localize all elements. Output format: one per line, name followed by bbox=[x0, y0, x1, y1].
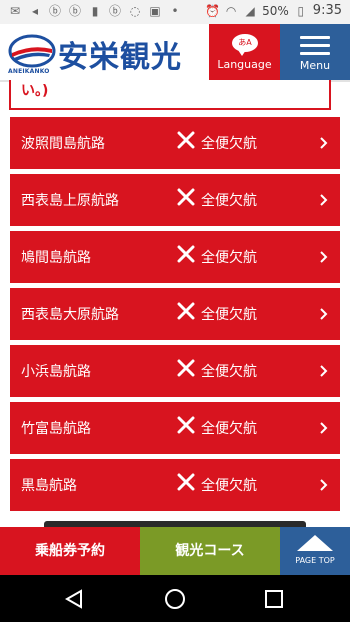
chevron-right-icon bbox=[320, 422, 328, 434]
cancel-x-icon bbox=[177, 416, 195, 434]
route-list: 波照間島航路 全便欠航 西表島上原航路 全便欠航 鳩間島航路 全便欠航 西表島大原航路 全便欠… bbox=[10, 117, 340, 516]
chevron-right-icon bbox=[320, 308, 328, 320]
route-status: 全便欠航 bbox=[201, 364, 257, 380]
route-status: 全便欠航 bbox=[201, 421, 257, 437]
route-name: 波照間島航路 bbox=[21, 136, 105, 152]
clock: 9:35 bbox=[312, 3, 342, 18]
sightseeing-course-button[interactable]: 観光コース bbox=[140, 527, 280, 575]
language-bubble-icon: あA bbox=[232, 34, 258, 56]
wifi-icon: ◠ bbox=[225, 3, 237, 18]
image-icon: ▣ bbox=[149, 4, 161, 18]
route-name: 鳩間島航路 bbox=[21, 250, 91, 266]
route-item[interactable]: 竹富島航路 全便欠航 bbox=[10, 402, 340, 454]
language-label: Language bbox=[217, 58, 272, 71]
home-icon[interactable] bbox=[163, 587, 187, 611]
route-item[interactable]: 西表島上原航路 全便欠航 bbox=[10, 174, 340, 226]
chevron-right-icon bbox=[320, 479, 328, 491]
route-item[interactable]: 小浜島航路 全便欠航 bbox=[10, 345, 340, 397]
arrow-up-icon bbox=[297, 535, 333, 551]
send-icon: ◂ bbox=[31, 4, 39, 18]
logo-title[interactable]: 安栄観光 bbox=[58, 32, 182, 76]
cell-signal-icon: ◢ bbox=[245, 3, 255, 18]
page-top-button[interactable]: PAGE TOP bbox=[280, 527, 350, 575]
route-name: 小浜島航路 bbox=[21, 364, 91, 380]
video-icon: ▮ bbox=[91, 4, 99, 18]
language-button[interactable]: あA Language bbox=[209, 24, 280, 80]
route-status: 全便欠航 bbox=[201, 307, 257, 323]
cancel-x-icon bbox=[177, 245, 195, 263]
route-item[interactable]: 黒島航路 全便欠航 bbox=[10, 459, 340, 511]
b-app-icon: ⓑ bbox=[108, 4, 121, 18]
chevron-right-icon bbox=[320, 137, 328, 149]
chevron-right-icon bbox=[320, 251, 328, 263]
recents-icon[interactable] bbox=[262, 587, 286, 611]
alarm-icon: ⏰ bbox=[205, 3, 221, 18]
route-status: 全便欠航 bbox=[201, 193, 257, 209]
signal-off-icon: ◌ bbox=[129, 4, 141, 18]
route-status: 全便欠航 bbox=[201, 250, 257, 266]
aneikanko-logo-icon[interactable] bbox=[8, 34, 56, 72]
hamburger-icon bbox=[300, 36, 330, 60]
menu-button[interactable]: Menu bbox=[280, 24, 350, 80]
b-app-icon: ⓑ bbox=[48, 4, 61, 18]
status-bar: ✉ ◂ ⓑ ⓑ ▮ ⓑ ◌ ▣ • ⏰ ◠ ◢ 50% ▯ 9:35 bbox=[0, 0, 350, 24]
battery-percent: 50% bbox=[262, 3, 289, 18]
cancel-x-icon bbox=[177, 359, 195, 377]
chevron-right-icon bbox=[320, 365, 328, 377]
route-status: 全便欠航 bbox=[201, 136, 257, 152]
notice-box: い。) bbox=[9, 80, 331, 110]
route-status: 全便欠航 bbox=[201, 478, 257, 494]
route-name: 西表島大原航路 bbox=[21, 307, 119, 323]
notification-icons: ✉ ◂ ⓑ ⓑ ▮ ⓑ ◌ ▣ • bbox=[8, 4, 182, 18]
route-name: 黒島航路 bbox=[21, 478, 77, 494]
route-name: 竹富島航路 bbox=[21, 421, 91, 437]
route-item[interactable]: 波照間島航路 全便欠航 bbox=[10, 117, 340, 169]
menu-label: Menu bbox=[299, 59, 331, 72]
chevron-right-icon bbox=[320, 194, 328, 206]
mail-icon: ✉ bbox=[9, 4, 21, 18]
ticket-reservation-button[interactable]: 乗船券予約 bbox=[0, 527, 140, 575]
app-header: ANEIKANKO 安栄観光 あA Language Menu bbox=[0, 24, 350, 82]
main-content: い。) 波照間島航路 全便欠航 西表島上原航路 全便欠航 鳩間島航路 全便欠航 西表島大原航… bbox=[0, 80, 350, 527]
b-app-icon: ⓑ bbox=[68, 4, 81, 18]
page-top-label: PAGE TOP bbox=[295, 556, 335, 565]
cancel-x-icon bbox=[177, 473, 195, 491]
route-item[interactable]: 西表島大原航路 全便欠航 bbox=[10, 288, 340, 340]
cancel-x-icon bbox=[177, 188, 195, 206]
back-icon[interactable] bbox=[62, 587, 86, 611]
notice-text: い。) bbox=[21, 83, 49, 99]
battery-icon: ▯ bbox=[297, 3, 305, 18]
route-name: 西表島上原航路 bbox=[21, 193, 119, 209]
cancel-x-icon bbox=[177, 131, 195, 149]
system-nav-bar bbox=[0, 575, 350, 622]
cancel-x-icon bbox=[177, 302, 195, 320]
more-icon: • bbox=[171, 4, 179, 18]
system-icons: ⏰ ◠ ◢ 50% ▯ 9:35 bbox=[205, 3, 342, 18]
logo-subtitle: ANEIKANKO bbox=[8, 68, 50, 75]
route-item[interactable]: 鳩間島航路 全便欠航 bbox=[10, 231, 340, 283]
bottom-bar: 乗船券予約 観光コース PAGE TOP bbox=[0, 527, 350, 575]
